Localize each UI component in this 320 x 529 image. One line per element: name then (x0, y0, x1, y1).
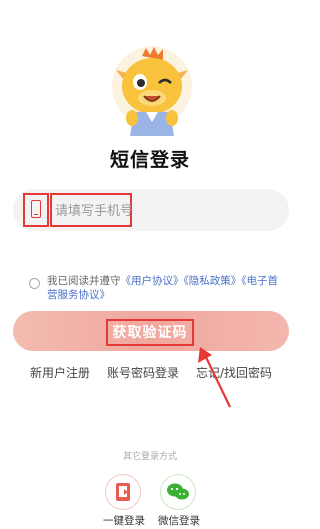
agreement-radio[interactable] (29, 278, 40, 289)
one-key-login-button[interactable] (105, 474, 141, 510)
page-title: 短信登录 (109, 149, 190, 171)
wechat-login-label: 微信登录 (158, 515, 200, 527)
phone-icon (31, 200, 41, 218)
register-link[interactable]: 新用户注册 (30, 364, 90, 381)
password-login-link[interactable]: 账号密码登录 (107, 364, 179, 381)
arrow-annotation (198, 347, 231, 408)
privacy-policy-link[interactable]: 《隐私政策》 (184, 275, 242, 287)
get-code-label: 获取验证码 (112, 325, 188, 341)
other-methods-title: 其它登录方式 (122, 452, 177, 462)
wechat-login-button[interactable] (160, 474, 196, 510)
phone-login-icon (116, 483, 130, 501)
phone-input[interactable] (53, 199, 207, 223)
agreement-text: 我已阅读并遵守《用户协议》《隐私政策》《电子首营服务协议》 (47, 275, 278, 301)
wechat-icon (167, 483, 189, 500)
user-agreement-link[interactable]: 《用户协议》 (121, 275, 184, 287)
mascot-illustration (112, 46, 192, 136)
one-key-login-label: 一键登录 (103, 515, 145, 527)
